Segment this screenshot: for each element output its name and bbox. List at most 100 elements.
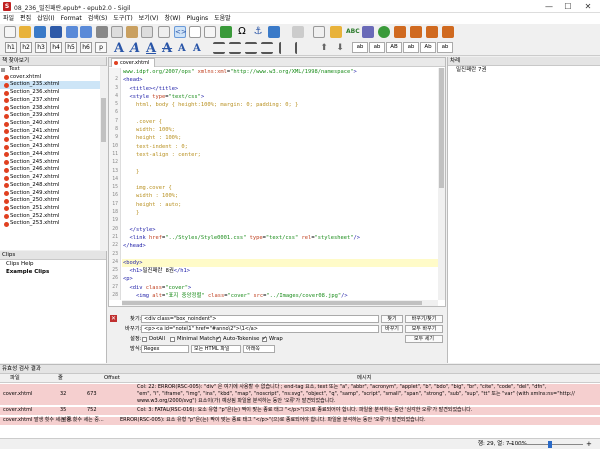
tree-file-item[interactable]: Section_249.xhtml — [0, 190, 100, 198]
tree-file-item[interactable]: cover.xhtml — [0, 74, 100, 82]
plugin-1-icon[interactable] — [394, 26, 406, 38]
scope-select[interactable]: 모든 HTML 파일 — [191, 345, 241, 353]
auto-tokenise-checkbox[interactable] — [216, 335, 221, 342]
maximize-button[interactable]: ☐ — [559, 1, 577, 12]
validate-icon[interactable] — [378, 26, 390, 38]
tree-file-item[interactable]: Section_250.xhtml — [0, 197, 100, 205]
tree-file-item[interactable]: Section_238.xhtml — [0, 105, 100, 113]
menu-tools[interactable]: 도구(T) — [110, 13, 135, 24]
spellcheck-icon[interactable]: ABC — [346, 26, 360, 38]
col-file[interactable]: 파일 — [10, 374, 20, 383]
code-view-icon[interactable]: <> — [174, 26, 187, 38]
book-view-icon[interactable] — [158, 26, 170, 38]
mode-select[interactable]: Regex — [141, 345, 189, 353]
find-icon[interactable] — [141, 26, 153, 38]
tree-folder-text[interactable]: Text — [0, 66, 100, 74]
redo-icon[interactable] — [80, 26, 92, 38]
titlecase-button[interactable]: Ab — [420, 42, 436, 53]
cut-icon[interactable] — [96, 26, 108, 38]
add-file-icon[interactable] — [34, 26, 46, 38]
minimal-match-checkbox[interactable] — [170, 337, 175, 342]
heading-h4-button[interactable]: h4 — [50, 42, 62, 53]
replace-find-button[interactable]: 바꾸기/찾기 — [405, 315, 443, 323]
tree-file-item[interactable]: Section_252.xhtml — [0, 213, 100, 221]
align-center-icon[interactable] — [229, 42, 241, 54]
tab-cover-xhtml[interactable]: cover.xhtml — [111, 58, 155, 67]
split-view-icon[interactable] — [189, 26, 201, 38]
tree-file-item[interactable]: Section_247.xhtml — [0, 174, 100, 182]
code-area[interactable]: www.idpf.org/2007/ops" xmlns:xml="http:/… — [122, 68, 438, 300]
tree-file-item[interactable]: Section_237.xhtml — [0, 97, 100, 105]
tree-file-item[interactable]: Section_242.xhtml — [0, 135, 100, 143]
uppercase-button[interactable]: AB — [386, 42, 402, 53]
col-message[interactable]: 메시지 — [357, 374, 372, 383]
heading-h6-button[interactable]: h6 — [80, 42, 92, 53]
back-icon[interactable] — [292, 26, 304, 38]
save-icon[interactable] — [50, 26, 62, 38]
underline-A-icon[interactable]: A — [146, 41, 156, 56]
align-right-icon[interactable] — [245, 42, 257, 54]
toc-item[interactable]: 밀진패란 7권 — [448, 66, 600, 75]
menu-view[interactable]: 보기(V) — [136, 13, 162, 24]
tree-file-item[interactable]: Section_239.xhtml — [0, 112, 100, 120]
justify-icon[interactable] — [261, 42, 273, 54]
find-input[interactable]: <div class="box_noindent"> — [141, 315, 379, 323]
menu-file[interactable]: 파일 — [0, 13, 17, 24]
case-button-4[interactable]: ab — [403, 42, 419, 53]
menu-search[interactable]: 검색(S) — [85, 13, 111, 24]
paste-icon[interactable] — [126, 26, 138, 38]
tree-scroll-thumb[interactable] — [101, 98, 106, 142]
dotall-checkbox[interactable] — [142, 337, 147, 342]
zoom-slider-thumb[interactable] — [548, 441, 552, 448]
plugin-2-icon[interactable] — [410, 26, 422, 38]
tree-file-item[interactable]: Section_244.xhtml — [0, 151, 100, 159]
col-line[interactable]: 줄 — [58, 374, 63, 383]
superscript-icon[interactable]: A — [193, 43, 201, 54]
tree-file-item[interactable]: Section_245.xhtml — [0, 159, 100, 167]
anchor-icon[interactable]: ⚓ — [252, 26, 264, 38]
tree-scrollbar[interactable] — [100, 66, 107, 250]
editor-horizontal-scrollbar[interactable] — [122, 300, 438, 306]
tree-file-item[interactable]: Section_248.xhtml — [0, 182, 100, 190]
new-file-icon[interactable] — [4, 26, 16, 38]
editor-scroll-thumb[interactable] — [439, 68, 444, 188]
bullet-list-icon[interactable] — [279, 42, 291, 54]
tree-file-item[interactable]: Section_253.xhtml — [0, 220, 100, 228]
copy-icon[interactable] — [111, 26, 123, 38]
validation-row[interactable]: cover.xhtml 35 752 Col: 3: FATAL(RSC-016… — [0, 407, 600, 415]
menu-insert[interactable]: 삽입(I) — [34, 13, 58, 24]
minimize-button[interactable]: — — [540, 1, 558, 12]
clip-item-example[interactable]: Example Clips — [0, 268, 106, 276]
close-find-icon[interactable]: ✕ — [110, 315, 117, 322]
bold-A-icon[interactable]: A — [114, 41, 124, 56]
tree-file-item[interactable]: Section_240.xhtml — [0, 120, 100, 128]
wrap-checkbox[interactable] — [262, 335, 267, 342]
plugin-3-icon[interactable] — [426, 26, 438, 38]
heading-h3-button[interactable]: h3 — [35, 42, 47, 53]
tree-file-item[interactable]: Section_241.xhtml — [0, 128, 100, 136]
case-button-2[interactable]: ab — [369, 42, 385, 53]
well-formed-check-icon[interactable] — [362, 26, 374, 38]
count-all-button[interactable]: 모두 세기 — [405, 335, 443, 343]
menu-plugins[interactable]: Plugins — [184, 13, 212, 24]
clip-item-help[interactable]: Clips Help — [0, 260, 106, 268]
replace-button[interactable]: 바꾸기 — [381, 325, 403, 333]
menu-format[interactable]: Format — [58, 13, 85, 24]
zoom-out-icon[interactable]: − — [508, 440, 514, 449]
paragraph-button[interactable]: p — [95, 42, 107, 53]
close-button[interactable]: ✕ — [579, 1, 597, 12]
subscript-icon[interactable]: A — [178, 43, 186, 54]
replace-input[interactable]: <p><a id="note\1" href="#anno\2">\1</a> — [141, 325, 379, 333]
heading-h1-button[interactable]: h1 — [5, 42, 17, 53]
align-left-icon[interactable] — [213, 42, 225, 54]
decrease-indent-icon[interactable]: ⬆ — [318, 42, 330, 54]
menu-edit[interactable]: 편집 — [17, 13, 34, 24]
find-button[interactable]: 찾기 — [381, 315, 403, 323]
tree-file-item[interactable]: Section_246.xhtml — [0, 166, 100, 174]
open-folder-icon[interactable] — [19, 26, 31, 38]
replace-all-button[interactable]: 모두 바꾸기 — [405, 325, 443, 333]
italic-A-icon[interactable]: A — [130, 41, 140, 56]
insert-image-icon[interactable] — [220, 26, 232, 38]
undo-icon[interactable] — [66, 26, 78, 38]
editor-vertical-scrollbar[interactable] — [438, 68, 445, 300]
